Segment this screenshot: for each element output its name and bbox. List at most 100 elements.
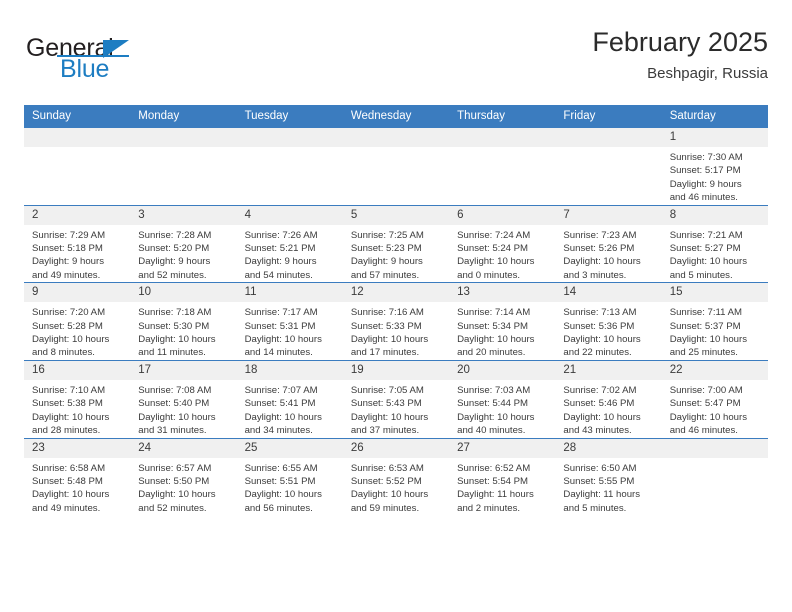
daylight-text-line1: Daylight: 10 hours [563,256,641,268]
calendar-day-cell[interactable]: 18 Sunrise: 7:07 AM Sunset: 5:41 PM Dayligh… [236,359,343,438]
calendar-day-cell[interactable]: 7 Sunrise: 7:23 AM Sunset: 5:26 PM Daylight… [555,204,662,283]
calendar-page: General Blue February 2025 Beshpagir, Ru… [0,0,792,612]
calendar-day-cell[interactable]: 1 Sunrise: 7:30 AM Sunset: 5:17 PM Daylight… [661,127,768,206]
calendar-day-cell[interactable]: 9 Sunrise: 7:20 AM Sunset: 5:28 PM Daylight… [24,282,131,361]
calendar-week-row: 23 Sunrise: 6:58 AM Sunset: 5:48 PM Dayligh… [24,437,768,516]
sunrise-text: Sunrise: 7:00 AM [669,384,743,396]
daylight-text-line2: and 17 minutes. [350,347,420,359]
day-number: 11 [236,283,343,303]
general-blue-logo[interactable]: General Blue [24,34,224,86]
day-sun-info: Sunrise: 7:07 AM Sunset: 5:41 PM Daylight:… [237,380,343,438]
calendar-day-cell[interactable]: 13 Sunrise: 7:14 AM Sunset: 5:34 PM Dayligh… [449,282,556,361]
daylight-text-line2: and 52 minutes. [138,502,207,514]
calendar-day-cell[interactable]: 15 Sunrise: 7:11 AM Sunset: 5:37 PM Dayligh… [661,282,768,361]
calendar-table: Sunday Monday Tuesday Wednesday Thursday… [24,105,768,516]
sunset-text: Sunset: 5:24 PM [457,243,529,255]
calendar-day-cell[interactable]: 17 Sunrise: 7:08 AM Sunset: 5:40 PM Dayligh… [130,359,237,438]
daylight-text-line2: and 46 minutes. [669,425,738,437]
sunset-text: Sunset: 5:30 PM [138,320,210,332]
daylight-text-line1: Daylight: 9 hours [138,256,211,268]
daylight-text-line2: and 28 minutes. [32,425,101,437]
sunset-text: Sunset: 5:46 PM [563,398,635,410]
day-number [130,128,237,147]
day-sun-info: Sunrise: 7:11 AM Sunset: 5:37 PM Daylight:… [662,302,768,360]
day-number: 4 [236,205,343,225]
calendar-day-cell[interactable]: 21 Sunrise: 7:02 AM Sunset: 5:46 PM Dayligh… [555,359,662,438]
daylight-text-line2: and 59 minutes. [350,502,420,514]
sunset-text: Sunset: 5:33 PM [350,320,422,332]
calendar-day-cell[interactable]: 11 Sunrise: 7:17 AM Sunset: 5:31 PM Dayligh… [236,282,343,361]
calendar-day-cell[interactable]: 23 Sunrise: 6:58 AM Sunset: 5:48 PM Dayligh… [24,437,131,516]
day-sun-info: Sunrise: 7:08 AM Sunset: 5:40 PM Daylight:… [130,380,236,438]
daylight-text-line1: Daylight: 10 hours [32,411,110,423]
calendar-day-cell[interactable]: 27 Sunrise: 6:52 AM Sunset: 5:54 PM Dayligh… [449,437,556,516]
calendar-day-cell[interactable]: 14 Sunrise: 7:13 AM Sunset: 5:36 PM Dayligh… [555,282,662,361]
day-number: 10 [130,283,237,303]
sunrise-text: Sunrise: 7:16 AM [350,307,424,319]
daylight-text-line1: Daylight: 10 hours [138,334,216,346]
sunset-text: Sunset: 5:52 PM [350,475,422,487]
day-sun-info: Sunrise: 7:24 AM Sunset: 5:24 PM Daylight:… [449,225,555,283]
sunset-text: Sunset: 5:36 PM [563,320,635,332]
day-sun-info: Sunrise: 7:25 AM Sunset: 5:23 PM Daylight:… [343,225,449,283]
calendar-day-cell[interactable]: 24 Sunrise: 6:57 AM Sunset: 5:50 PM Dayligh… [130,437,237,516]
sunset-text: Sunset: 5:54 PM [457,475,529,487]
day-number: 15 [661,283,768,303]
sunrise-text: Sunrise: 6:50 AM [563,462,637,474]
daylight-text-line1: Daylight: 10 hours [457,411,535,423]
calendar-day-cell[interactable]: 3 Sunrise: 7:28 AM Sunset: 5:20 PM Daylight… [130,204,237,283]
daylight-text-line2: and 49 minutes. [32,269,101,281]
day-number: 1 [661,128,768,147]
day-number [449,128,556,147]
calendar-empty-cell [449,127,556,206]
day-number: 28 [555,438,662,458]
daylight-text-line1: Daylight: 10 hours [350,489,429,501]
calendar-day-cell[interactable]: 16 Sunrise: 7:10 AM Sunset: 5:38 PM Dayligh… [24,359,131,438]
page-title: February 2025 [592,27,768,57]
calendar-day-cell[interactable]: 2 Sunrise: 7:29 AM Sunset: 5:18 PM Daylight… [24,204,131,283]
daylight-text-line1: Daylight: 10 hours [563,411,641,423]
daylight-text-line2: and 25 minutes. [669,347,738,359]
day-sun-info: Sunrise: 7:28 AM Sunset: 5:20 PM Daylight:… [130,225,236,283]
calendar-day-cell[interactable]: 20 Sunrise: 7:03 AM Sunset: 5:44 PM Dayligh… [449,359,556,438]
daylight-text-line1: Daylight: 9 hours [244,256,317,268]
day-number: 25 [236,438,343,458]
day-number: 23 [24,438,131,458]
calendar-day-cell[interactable]: 22 Sunrise: 7:00 AM Sunset: 5:47 PM Dayligh… [661,359,768,438]
daylight-text-line1: Daylight: 9 hours [669,178,742,190]
sunset-text: Sunset: 5:51 PM [244,475,316,487]
calendar-empty-cell [24,127,131,206]
calendar-day-cell[interactable]: 10 Sunrise: 7:18 AM Sunset: 5:30 PM Dayligh… [130,282,237,361]
sunrise-text: Sunrise: 6:58 AM [32,462,106,474]
day-number: 17 [130,360,237,380]
daylight-text-line1: Daylight: 10 hours [138,411,216,423]
day-number: 19 [342,360,450,380]
sunset-text: Sunset: 5:27 PM [669,243,741,255]
daylight-text-line1: Daylight: 9 hours [32,256,104,268]
calendar-empty-cell [555,127,662,206]
calendar-day-cell[interactable]: 26 Sunrise: 6:53 AM Sunset: 5:52 PM Dayligh… [342,437,450,516]
calendar-day-cell[interactable]: 4 Sunrise: 7:26 AM Sunset: 5:21 PM Daylight… [236,204,343,283]
daylight-text-line1: Daylight: 10 hours [32,334,110,346]
calendar-day-cell[interactable]: 5 Sunrise: 7:25 AM Sunset: 5:23 PM Daylight… [342,204,450,283]
daylight-text-line2: and 5 minutes. [669,269,733,281]
calendar-empty-cell [661,437,768,516]
day-number [24,128,131,147]
calendar-day-cell[interactable]: 6 Sunrise: 7:24 AM Sunset: 5:24 PM Daylight… [449,204,556,283]
sunrise-text: Sunrise: 7:02 AM [563,384,637,396]
calendar-day-cell[interactable]: 25 Sunrise: 6:55 AM Sunset: 5:51 PM Dayligh… [236,437,343,516]
sunset-text: Sunset: 5:21 PM [244,243,316,255]
calendar-day-cell[interactable]: 19 Sunrise: 7:05 AM Sunset: 5:43 PM Dayligh… [342,359,450,438]
day-number: 14 [555,283,662,303]
sunrise-text: Sunrise: 7:13 AM [563,307,637,319]
sunrise-text: Sunrise: 7:21 AM [669,229,743,241]
day-sun-info: Sunrise: 6:58 AM Sunset: 5:48 PM Daylight:… [24,458,130,516]
daylight-text-line2: and 11 minutes. [138,347,206,359]
calendar-day-cell[interactable]: 8 Sunrise: 7:21 AM Sunset: 5:27 PM Daylight… [661,204,768,283]
weekday-header-monday: Monday [130,105,237,128]
calendar-day-cell[interactable]: 12 Sunrise: 7:16 AM Sunset: 5:33 PM Dayligh… [342,282,450,361]
daylight-text-line2: and 40 minutes. [457,425,526,437]
sunrise-text: Sunrise: 7:24 AM [457,229,531,241]
sunset-text: Sunset: 5:44 PM [457,398,529,410]
calendar-day-cell[interactable]: 28 Sunrise: 6:50 AM Sunset: 5:55 PM Dayligh… [555,437,662,516]
